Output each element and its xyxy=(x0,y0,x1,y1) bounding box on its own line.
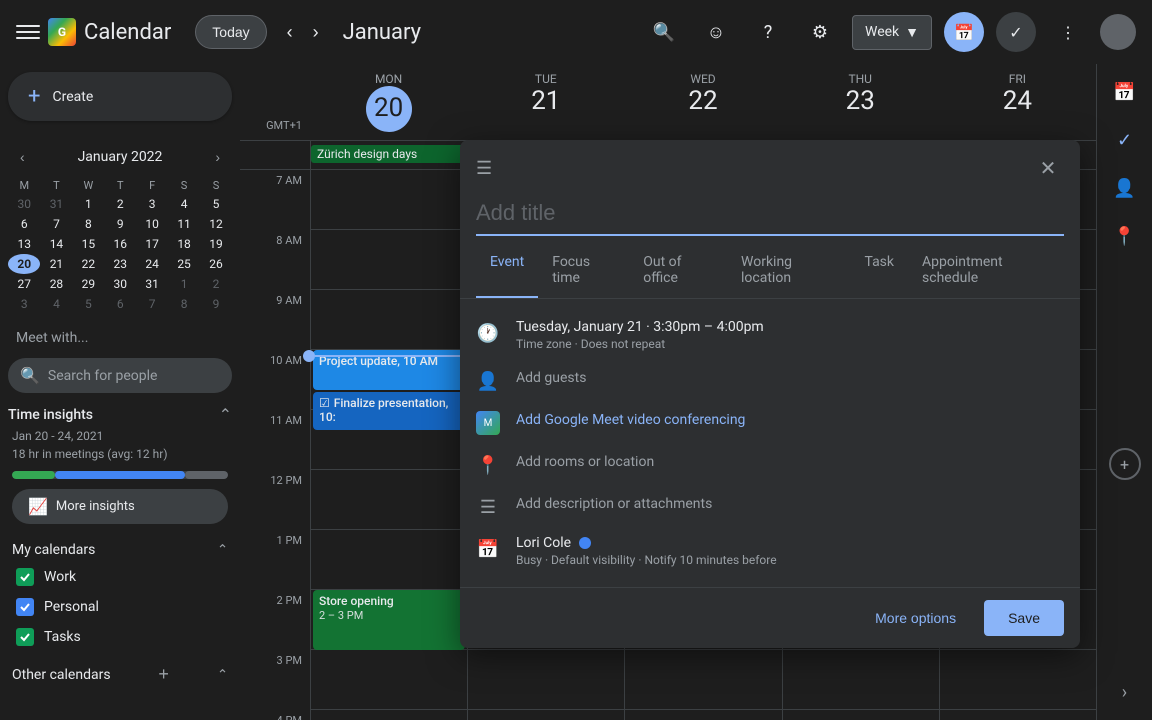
dialog-datetime-content: Tuesday, January 21 · 3:30pm – 4:00pm Ti… xyxy=(516,319,1064,351)
meet-icon: M xyxy=(476,411,500,435)
dialog-footer: More options Save xyxy=(460,587,1080,648)
people-icon: 👤 xyxy=(476,369,500,393)
calendar-detail-text: Busy · Default visibility · Notify 10 mi… xyxy=(516,553,1064,567)
dialog-tab[interactable]: Event xyxy=(476,244,538,298)
calendar-name[interactable]: Lori Cole xyxy=(516,535,571,551)
location-icon: 📍 xyxy=(476,453,500,477)
dialog-description-row: ☰ Add description or attachments xyxy=(460,485,1080,527)
dialog-datetime-text[interactable]: Tuesday, January 21 · 3:30pm – 4:00pm xyxy=(516,319,1064,335)
dialog-timezone-text[interactable]: Time zone · Does not repeat xyxy=(516,337,1064,351)
dialog-guests-content: Add guests xyxy=(516,367,1064,386)
calendar-icon: 📅 xyxy=(476,537,500,561)
dialog-tab[interactable]: Focus time xyxy=(538,244,629,298)
add-guests-text[interactable]: Add guests xyxy=(516,370,586,386)
dialog-tab[interactable]: Out of office xyxy=(629,244,727,298)
dialog-close-button[interactable]: ✕ xyxy=(1032,152,1064,184)
calendar-color-dot xyxy=(579,537,591,549)
dialog-location-content: Add rooms or location xyxy=(516,451,1064,470)
description-icon: ☰ xyxy=(476,495,500,519)
dialog-tabs: EventFocus timeOut of officeWorking loca… xyxy=(460,244,1080,299)
dialog-calendar-detail: Lori Cole xyxy=(516,535,1064,551)
meet-logo: M xyxy=(476,411,500,435)
add-location-text[interactable]: Add rooms or location xyxy=(516,454,654,470)
add-meet-text[interactable]: Add Google Meet video conferencing xyxy=(516,412,745,428)
dialog-meet-row: M Add Google Meet video conferencing xyxy=(460,401,1080,443)
save-button[interactable]: Save xyxy=(984,600,1064,636)
event-title-input[interactable] xyxy=(476,192,1064,236)
drag-handle-icon: ☰ xyxy=(476,158,492,179)
dialog-meet-content: Add Google Meet video conferencing xyxy=(516,409,1064,428)
dialog-topbar: ☰ ✕ xyxy=(460,140,1080,184)
add-description-text[interactable]: Add description or attachments xyxy=(516,496,712,512)
dialog-tab[interactable]: Appointment schedule xyxy=(908,244,1064,298)
dialog-datetime-row: 🕐 Tuesday, January 21 · 3:30pm – 4:00pm … xyxy=(460,311,1080,359)
event-create-dialog: ☰ ✕ EventFocus timeOut of officeWorking … xyxy=(460,140,1080,648)
dialog-calendar-content: Lori Cole Busy · Default visibility · No… xyxy=(516,535,1064,567)
clock-icon: 🕐 xyxy=(476,321,500,345)
dialog-description-content: Add description or attachments xyxy=(516,493,1064,512)
dialog-tab[interactable]: Working location xyxy=(727,244,850,298)
dialog-body: 🕐 Tuesday, January 21 · 3:30pm – 4:00pm … xyxy=(460,299,1080,587)
dialog-calendar-row: 📅 Lori Cole Busy · Default visibility · … xyxy=(460,527,1080,575)
more-options-button[interactable]: More options xyxy=(859,602,972,634)
dialog-tab[interactable]: Task xyxy=(850,244,908,298)
dialog-location-row: 📍 Add rooms or location xyxy=(460,443,1080,485)
dialog-guests-row: 👤 Add guests xyxy=(460,359,1080,401)
dialog-overlay: ☰ ✕ EventFocus timeOut of officeWorking … xyxy=(0,0,1152,720)
